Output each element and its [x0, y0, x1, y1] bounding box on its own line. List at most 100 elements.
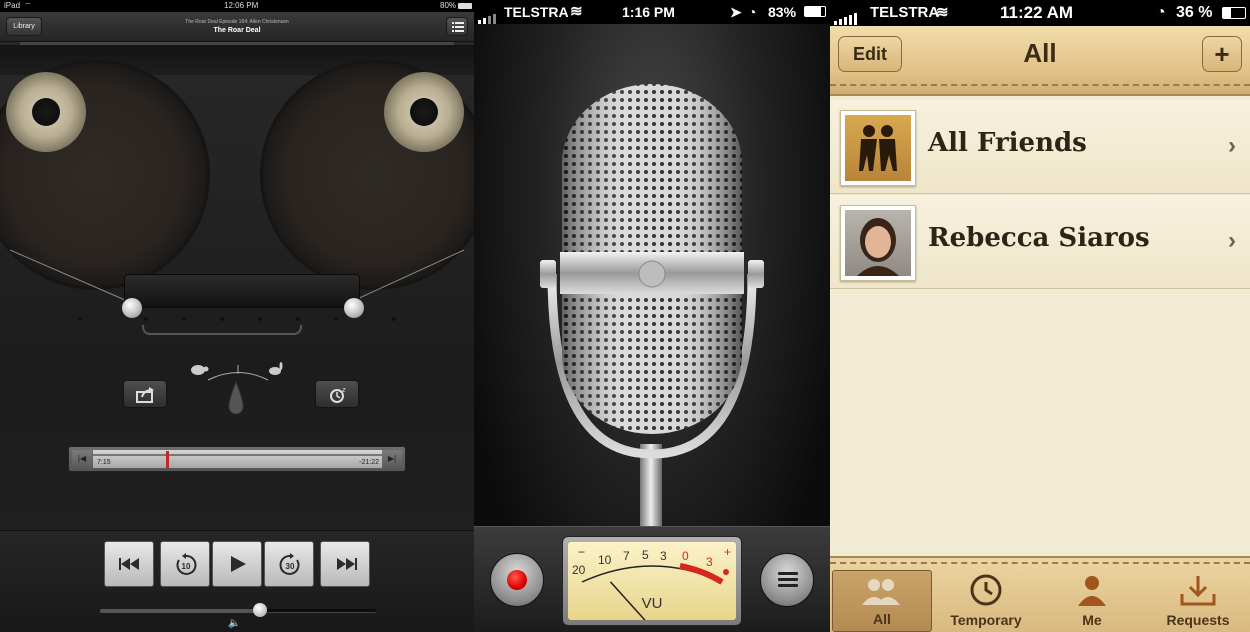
vu-scale-10: 10 [598, 553, 612, 567]
vu-scale-20: 20 [572, 563, 586, 577]
skip-back-icon: 10 [176, 553, 197, 575]
tab-label: Me [1082, 612, 1102, 628]
wifi-icon: ≋ [936, 4, 949, 21]
device-label: iPad [4, 1, 21, 10]
status-bar: TELSTRA ≋ 1:16 PM ➤ ◔ 83% [474, 0, 830, 24]
row-thumbnail [840, 205, 916, 281]
episode-title: The Roar Deal Episode 164: Allen Christe… [185, 19, 289, 25]
clock-icon [970, 574, 1002, 606]
tape-guide-right [344, 298, 364, 318]
stitching [830, 84, 1250, 88]
tab-temporary[interactable]: Temporary [936, 570, 1036, 632]
list-item-all-friends[interactable]: All Friends › [830, 100, 1250, 194]
play-button[interactable] [212, 541, 262, 587]
tab-requests[interactable]: Requests [1148, 570, 1248, 632]
edit-button[interactable]: Edit [838, 36, 902, 72]
status-time: 12:06 PM [224, 1, 259, 10]
row-label: All Friends [928, 128, 1087, 158]
status-bar: TELSTRA ≋ 11:22 AM ◔ 36 % [830, 0, 1250, 26]
tab-me[interactable]: Me [1042, 570, 1142, 632]
row-label: Rebecca Siaros [928, 223, 1150, 253]
volume-slider[interactable] [100, 609, 376, 613]
vu-meter: − + 20 10 7 5 3 0 3 VU [562, 536, 742, 626]
chevron-right-icon: › [1228, 227, 1236, 254]
vu-scale-plus-3: 3 [706, 555, 713, 569]
find-my-friends-screen: TELSTRA ≋ 11:22 AM ◔ 36 % Edit All + All… [830, 0, 1250, 632]
stitching [830, 562, 1250, 566]
record-button[interactable] [490, 553, 544, 607]
signal-icon [834, 8, 864, 25]
next-button[interactable] [320, 541, 370, 587]
add-button[interactable]: + [1202, 36, 1242, 72]
list-icon [452, 22, 464, 32]
transport-panel: 10 30 [0, 530, 474, 632]
scrub-end-button[interactable]: ▶| [382, 450, 402, 468]
library-button[interactable]: Library [6, 17, 42, 36]
wifi-icon: ⌔ [24, 1, 32, 10]
speed-dial-knob[interactable] [226, 380, 246, 416]
sleep-timer-button[interactable]: z [315, 380, 359, 408]
skip-forward-button[interactable]: 30 [264, 541, 314, 587]
episode-list-button[interactable] [446, 17, 468, 36]
share-button[interactable] [123, 380, 167, 408]
page-title: All [1023, 38, 1057, 68]
tab-bar: All Temporary Me Requests [830, 556, 1250, 632]
battery-percent: 80% [440, 1, 457, 10]
skip-back-button[interactable]: 10 [160, 541, 210, 587]
volume-knob[interactable] [253, 603, 267, 617]
list-icon [778, 572, 798, 590]
rabbit-icon [269, 362, 283, 375]
skip-back-seconds: 10 [182, 562, 191, 571]
carrier-name: TELSTRA [504, 4, 569, 20]
carrier-name: TELSTRA [870, 4, 940, 21]
battery-icon [458, 3, 472, 9]
previous-icon [119, 558, 139, 570]
scrub-track[interactable]: 7:15 -21:22 [93, 450, 383, 468]
nav-bar: Library The Roar Deal Episode 164: Allen… [0, 12, 474, 42]
turtle-icon [191, 365, 209, 375]
vu-meter-face: − + 20 10 7 5 3 0 3 VU [568, 542, 736, 620]
svg-text:z: z [342, 386, 346, 394]
playhead[interactable] [166, 451, 169, 468]
vu-scale: − + 20 10 7 5 3 0 3 VU [572, 545, 731, 620]
vu-scale-0: 0 [682, 549, 689, 563]
tape-head-plate [124, 274, 360, 308]
voice-memos-screen: TELSTRA ≋ 1:16 PM ➤ ◔ 83% − + 20 10 7 5 … [474, 0, 830, 632]
tab-label: Requests [1166, 612, 1230, 628]
elapsed-time: 7:15 [97, 459, 111, 466]
list-item-rebecca-siaros[interactable]: Rebecca Siaros › [830, 195, 1250, 289]
status-bar: iPad ⌔ 12:06 PM 80% [0, 0, 474, 12]
status-time: 1:16 PM [622, 4, 675, 20]
profile-photo [857, 218, 899, 276]
status-time: 11:22 AM [1000, 3, 1074, 22]
tape-guide-left [122, 298, 142, 318]
sleep-timer-icon: z [330, 386, 346, 403]
record-icon [507, 570, 527, 590]
vu-scale-5: 5 [642, 548, 649, 562]
scrub-start-button[interactable]: |◀ [72, 450, 92, 468]
scrub-line [93, 454, 383, 456]
tab-label: All [873, 611, 891, 627]
nav-bar: Edit All + [830, 26, 1250, 96]
location-icon: ➤ [730, 4, 742, 20]
scrubber[interactable]: |◀ 7:15 -21:22 ▶| [68, 446, 406, 472]
podcasts-app-screen: iPad ⌔ 12:06 PM 80% Library The Roar Dea… [0, 0, 474, 632]
tab-all[interactable]: All [832, 570, 932, 632]
memos-list-button[interactable] [760, 553, 814, 607]
friends-icon [859, 125, 897, 171]
next-icon [337, 558, 357, 570]
left-reel-spindle [32, 98, 60, 126]
skip-forward-icon: 30 [279, 553, 300, 575]
alarm-icon: ◔ [1156, 4, 1166, 21]
share-icon [136, 387, 154, 403]
vu-scale-3: 3 [660, 549, 667, 563]
vu-plus-sign: + [724, 545, 731, 559]
volume-fill [100, 609, 260, 613]
vu-label: VU [642, 595, 663, 612]
previous-button[interactable] [104, 541, 154, 587]
vu-scale-7: 7 [623, 549, 630, 563]
right-reel-spindle [410, 98, 438, 126]
show-title: The Roar Deal [213, 27, 261, 34]
people-icon [862, 579, 900, 605]
signal-icon [478, 7, 504, 24]
